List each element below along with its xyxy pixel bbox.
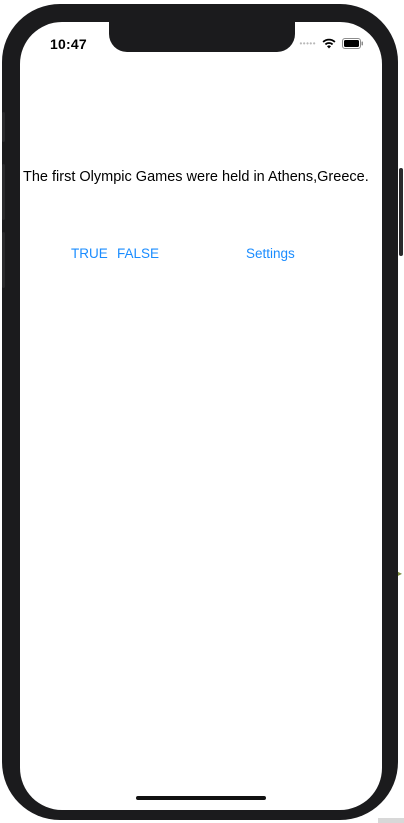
app-screen: 10:47 ••••• The first Olympic Games were… [20,22,382,810]
window-edge-strip [378,818,404,823]
silent-switch [2,112,5,142]
signal-dots-icon: ••••• [299,38,316,48]
device-frame: 10:47 ••••• The first Olympic Games were… [2,4,403,820]
status-icons: ••••• [299,38,364,49]
volume-down-button [2,232,5,288]
volume-up-button [2,164,5,220]
simulator-window: 10:47 ••••• The first Olympic Games were… [0,0,404,823]
notch [109,22,295,52]
settings-button[interactable]: Settings [246,246,295,261]
status-time: 10:47 [50,36,87,52]
true-button[interactable]: TRUE [71,246,108,261]
battery-icon [342,38,364,49]
power-button [399,168,403,256]
question-label: The first Olympic Games were held in Ath… [23,169,369,185]
false-button[interactable]: FALSE [117,246,159,261]
edge-artifact: ▸ [398,569,403,578]
wifi-icon [322,38,336,49]
home-indicator[interactable] [136,796,266,800]
